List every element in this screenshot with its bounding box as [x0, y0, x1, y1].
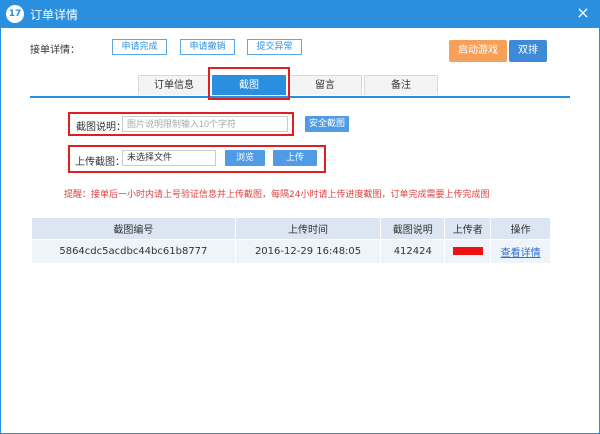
close-icon[interactable]: ×: [574, 4, 592, 22]
browse-button[interactable]: 浏览: [225, 150, 265, 166]
submit-exception-button[interactable]: 提交异常: [247, 39, 302, 55]
apply-cancel-button[interactable]: 申请撤销: [180, 39, 235, 55]
view-details-link[interactable]: 查看详情: [501, 248, 541, 259]
start-game-button[interactable]: 启动游戏: [449, 40, 507, 62]
cell-upload-time: 2016-12-29 16:48:05: [234, 239, 382, 264]
tab-order-info[interactable]: 订单信息: [138, 75, 210, 95]
title-bar: 17 订单详情 ×: [0, 0, 600, 28]
table-header-row: 截图编号 上传时间 截图说明 上传者 操作: [31, 217, 551, 240]
cell-action: 查看详情: [490, 239, 551, 264]
order-detail-label: 接单详情：: [30, 45, 80, 56]
safe-screenshot-button[interactable]: 安全截图: [305, 116, 349, 132]
screenshot-desc-label: 截图说明：: [76, 122, 126, 133]
file-name-field[interactable]: 未选择文件: [122, 150, 216, 166]
screenshot-table: 截图编号 上传时间 截图说明 上传者 操作 5864cdc5acdbc44bc6…: [31, 217, 551, 264]
table-row: 5864cdc5acdbc44bc61b8777 2016-12-29 16:4…: [31, 239, 551, 264]
apply-complete-button[interactable]: 申请完成: [112, 39, 167, 55]
screenshot-desc-input[interactable]: [122, 116, 288, 132]
col-header-action: 操作: [490, 217, 551, 240]
col-header-time: 上传时间: [234, 217, 382, 240]
cell-screenshot-id: 5864cdc5acdbc44bc61b8777: [31, 239, 236, 264]
tab-underline: [30, 96, 570, 98]
redacted-uploader: [452, 247, 483, 255]
reminder-tip: 提醒：接单后一小时内请上号验证信息并上传截图，每隔24小时请上传进度截图，订单完…: [64, 190, 490, 200]
app-logo-icon: 17: [6, 5, 24, 23]
tab-highlight-box: [208, 67, 290, 100]
cell-desc: 412424: [380, 239, 446, 264]
window-title: 订单详情: [30, 8, 79, 22]
col-header-id: 截图编号: [31, 217, 236, 240]
dual-queue-button[interactable]: 双排: [509, 40, 547, 62]
upload-button[interactable]: 上传: [273, 150, 317, 166]
cell-uploader: [444, 239, 492, 264]
tab-notes[interactable]: 备注: [364, 75, 438, 95]
col-header-uploader: 上传者: [444, 217, 492, 240]
upload-screenshot-label: 上传截图：: [75, 157, 125, 168]
col-header-desc: 截图说明: [380, 217, 446, 240]
tab-message[interactable]: 留言: [288, 75, 362, 95]
